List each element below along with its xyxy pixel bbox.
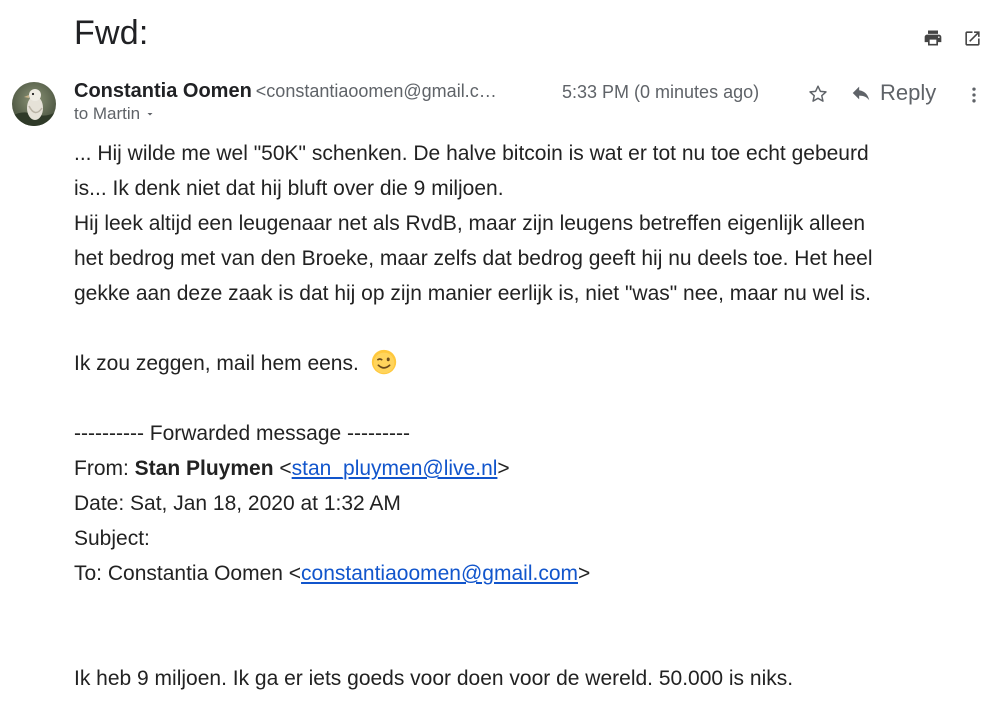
to-label: To: Constantia Oomen <box>74 562 289 585</box>
sender-photo <box>12 82 56 126</box>
sender-name[interactable]: Constantia Oomen <box>74 80 252 102</box>
email-subject: Fwd: <box>74 14 149 52</box>
forwarded-header: ---------- Forwarded message --------- <box>74 422 410 445</box>
recipients-toggle[interactable]: to Martin <box>74 104 156 124</box>
body-line: Hij leek altijd een leugenaar net als Rv… <box>74 212 866 235</box>
print-icon <box>924 30 942 46</box>
body-line: ... Hij wilde me wel "50K" schenken. De … <box>74 142 869 165</box>
open-in-new-window-icon <box>964 30 980 46</box>
body-line: is... Ik denk niet dat hij bluft over di… <box>74 177 504 200</box>
winking-face-emoji-icon <box>371 349 396 375</box>
star-button[interactable] <box>806 82 830 106</box>
more-options-button[interactable] <box>962 83 985 107</box>
to-email-link[interactable]: constantiaoomen@gmail.com <box>301 562 578 585</box>
forwarded-to: To: Constantia Oomen <constantiaoomen@gm… <box>74 562 591 585</box>
body-line-with-emoji: Ik zou zeggen, mail hem eens. <box>74 346 979 381</box>
print-button[interactable] <box>921 26 945 50</box>
from-name: Stan Pluymen <box>134 457 274 480</box>
reply-button[interactable]: Reply <box>850 79 936 107</box>
forwarded-from: From: Stan Pluymen <stan_pluymen@live.nl… <box>74 457 510 480</box>
timestamp: 5:33 PM (0 minutes ago) <box>562 82 760 102</box>
more-vertical-icon <box>972 87 976 103</box>
body-line: gekke aan deze zaak is dat hij op zijn m… <box>74 282 871 305</box>
chevron-down-icon <box>147 113 153 116</box>
from-label: From: <box>74 457 135 480</box>
forwarded-subject: Subject: <box>74 527 150 550</box>
open-in-new-window-button[interactable] <box>960 26 984 50</box>
email-view: Fwd: Constantia Oomen <constantiaoomen@g… <box>0 0 985 721</box>
body-line: het bedrog met van den Broeke, maar zelf… <box>74 247 873 270</box>
recipients-label: to Martin <box>74 104 141 123</box>
avatar[interactable] <box>12 82 56 126</box>
email-body: ... Hij wilde me wel "50K" schenken. De … <box>74 136 979 696</box>
forwarded-date: Date: Sat, Jan 18, 2020 at 1:32 AM <box>74 492 401 515</box>
from-email-link[interactable]: stan_pluymen@live.nl <box>292 457 498 480</box>
reply-icon <box>852 86 870 101</box>
body-text: Ik zou zeggen, mail hem eens. <box>74 352 359 375</box>
sender-email[interactable]: <constantiaoomen@gmail.c… <box>256 81 497 101</box>
sender-line: Constantia Oomen <constantiaoomen@gmail.c… <box>74 80 497 106</box>
forwarded-message-text: Ik heb 9 miljoen. Ik ga er iets goeds vo… <box>74 667 794 690</box>
reply-label: Reply <box>880 80 937 105</box>
star-icon <box>809 85 827 102</box>
